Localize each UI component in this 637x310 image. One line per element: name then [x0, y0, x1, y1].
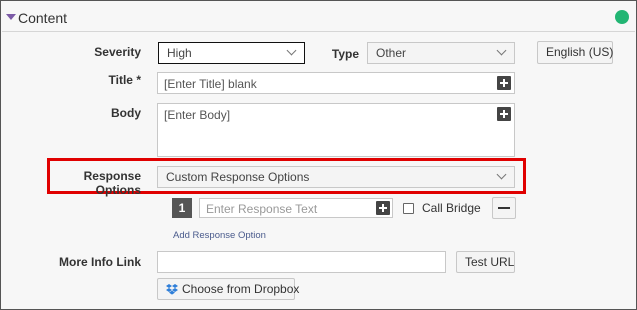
- call-bridge-checkbox[interactable]: [403, 203, 414, 214]
- title-insert-plus-icon[interactable]: [497, 76, 511, 90]
- panel-title: Content: [18, 10, 68, 26]
- dropbox-button[interactable]: Choose from Dropbox: [157, 278, 299, 300]
- remove-response-button[interactable]: [492, 197, 516, 219]
- title-value: [Enter Title] blank: [164, 77, 257, 91]
- response-options-label: Response Options: [83, 169, 141, 197]
- response-number-badge: 1: [172, 198, 192, 218]
- chevron-down-icon: [496, 169, 507, 180]
- add-response-option-link[interactable]: Add Response Option: [173, 230, 266, 241]
- body-textarea[interactable]: [Enter Body]: [157, 103, 515, 157]
- call-bridge-label: Call Bridge: [422, 201, 481, 215]
- response-options-select[interactable]: Custom Response Options: [157, 166, 515, 188]
- type-value: Other: [376, 46, 407, 60]
- chevron-down-icon: [286, 45, 297, 56]
- body-label: Body: [111, 106, 141, 120]
- title-label: Title *: [108, 73, 141, 87]
- severity-label: Severity: [94, 45, 141, 59]
- severity-value: High: [167, 46, 192, 60]
- type-label: Type: [331, 47, 359, 61]
- chevron-down-icon: [496, 45, 507, 56]
- response-text-input[interactable]: Enter Response Text: [199, 198, 393, 218]
- title-input[interactable]: [Enter Title] blank: [157, 72, 515, 94]
- severity-select[interactable]: High: [158, 42, 305, 64]
- dropbox-label: Choose from Dropbox: [182, 282, 300, 296]
- more-info-label: More Info Link: [59, 255, 141, 269]
- panel-header[interactable]: Content: [2, 2, 635, 32]
- collapse-caret-icon[interactable]: [6, 14, 16, 20]
- language-button[interactable]: English (US): [537, 41, 613, 64]
- body-insert-plus-icon[interactable]: [497, 107, 511, 121]
- content-panel: Content Severity High Type Other English…: [0, 0, 637, 310]
- type-select[interactable]: Other: [367, 42, 515, 64]
- test-url-button[interactable]: Test URL: [456, 251, 515, 273]
- response-options-value: Custom Response Options: [166, 170, 310, 184]
- more-info-input[interactable]: [157, 251, 446, 273]
- body-value: [Enter Body]: [164, 108, 231, 122]
- response-text-placeholder: Enter Response Text: [206, 202, 318, 216]
- dropbox-icon: [166, 284, 178, 295]
- response-insert-plus-icon[interactable]: [376, 201, 390, 215]
- status-indicator-icon: [615, 10, 629, 24]
